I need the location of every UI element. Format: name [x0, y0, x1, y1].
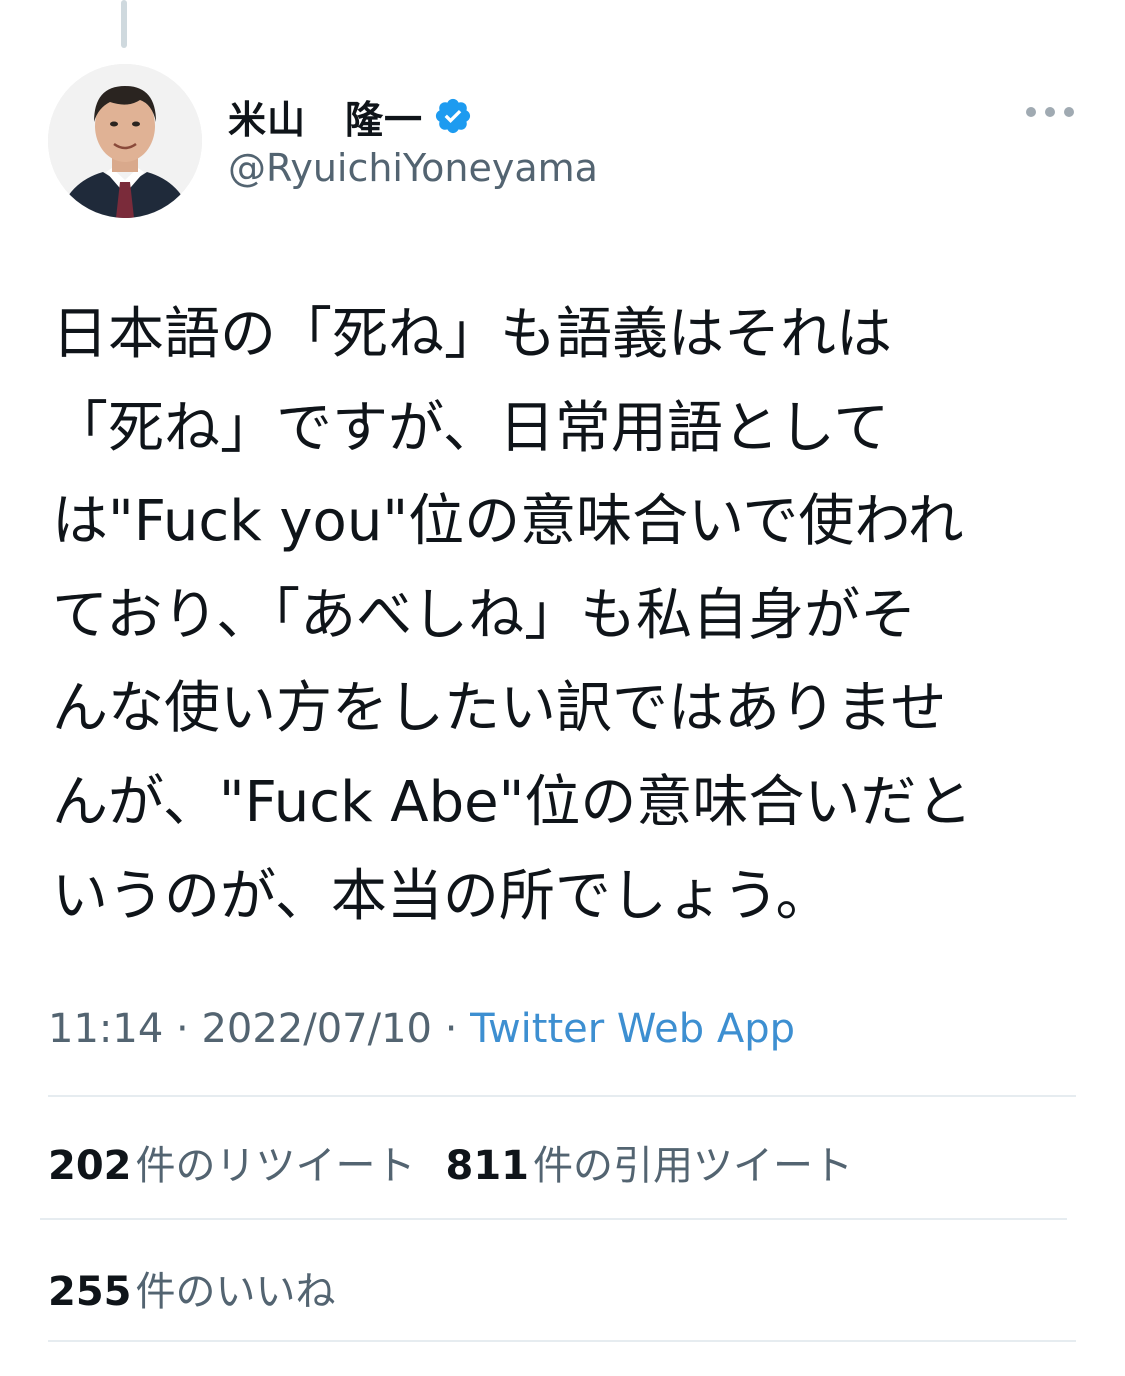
- more-dot: [1026, 107, 1036, 117]
- tweet-text-line: いうのが、本当の所でしょう。: [52, 863, 832, 929]
- meta-separator: ·: [431, 1006, 471, 1052]
- avatar-image: [48, 64, 202, 218]
- tweet-meta: 11:14 · 2022/07/10 · Twitter Web App: [48, 1006, 795, 1052]
- tweet-text-line: 日本語の「死ね」も語義はそれは: [52, 302, 892, 367]
- quote-label: 件の引用ツイート: [533, 1143, 853, 1189]
- divider: [40, 1218, 1067, 1220]
- author-name-row[interactable]: 米山 隆一: [228, 88, 473, 144]
- verified-badge-icon: [433, 96, 473, 136]
- tweet-text-line: ており、「あべしね」も私自身がそ: [52, 582, 917, 648]
- author-handle[interactable]: @RyuichiYoneyama: [228, 146, 598, 190]
- tweet-date[interactable]: 2022/07/10: [201, 1006, 432, 1052]
- author-display-name[interactable]: 米山 隆一: [228, 89, 423, 144]
- share-stats-row: 202 件のリツイート 811 件の引用ツイート: [48, 1133, 853, 1191]
- retweet-label: 件のリツイート: [135, 1143, 416, 1189]
- tweet-text-line: は"Fuck you"位の意味合いで使われ: [52, 489, 964, 555]
- retweet-stat[interactable]: 202 件のリツイート: [48, 1133, 416, 1191]
- retweet-count: 202: [48, 1143, 132, 1189]
- quote-count: 811: [445, 1143, 530, 1189]
- likes-stat[interactable]: 255 件のいいね: [48, 1259, 336, 1317]
- tweet-time[interactable]: 11:14: [48, 1006, 163, 1052]
- quote-stat[interactable]: 811 件の引用ツイート: [446, 1133, 854, 1191]
- divider: [48, 1095, 1076, 1097]
- tweet-text-line: んな使い方をしたい訳ではありませ: [52, 676, 947, 742]
- divider: [48, 1340, 1076, 1342]
- tweet-text-line: 「死ね」ですが、日常用語として: [52, 395, 890, 461]
- more-dot: [1045, 107, 1055, 117]
- meta-separator: ·: [163, 1006, 202, 1052]
- thread-connector-line: [121, 0, 127, 48]
- avatar[interactable]: [48, 64, 202, 218]
- likes-label: 件のいいね: [135, 1269, 336, 1315]
- likes-stats-row: 255 件のいいね: [48, 1259, 336, 1317]
- likes-count: 255: [48, 1269, 132, 1315]
- tweet-source-link[interactable]: Twitter Web App: [470, 1006, 795, 1052]
- more-horizontal-icon[interactable]: [1026, 100, 1074, 124]
- tweet-text-line: んが、"Fuck Abe"位の意味合いだと: [52, 769, 973, 835]
- more-dot: [1064, 107, 1074, 117]
- tweet-text: 日本語の「死ね」も語義はそれは 「死ね」ですが、日常用語として は"Fuck y…: [52, 288, 1062, 943]
